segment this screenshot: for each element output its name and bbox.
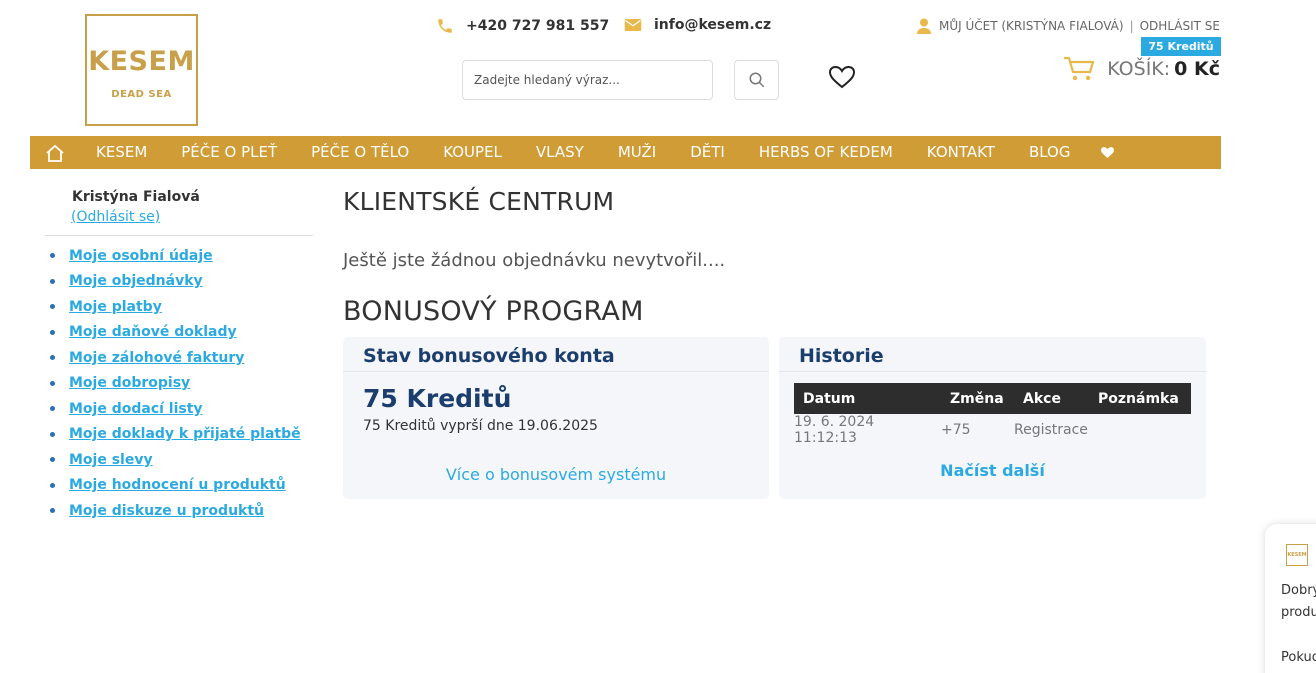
sidebar-item: Moje slevy xyxy=(48,447,301,473)
nav-item-kesem[interactable]: KESEM xyxy=(79,136,164,169)
credits-amount: 75 Kreditů xyxy=(363,384,512,413)
nav-item-koupel[interactable]: KOUPEL xyxy=(426,136,519,169)
main-nav: KESEM PÉČE O PLEŤ PÉČE O TĚLO KOUPEL VLA… xyxy=(30,136,1221,169)
logo[interactable]: KESEM DEAD SEA xyxy=(85,14,198,126)
sidebar-item: Moje dobropisy xyxy=(48,371,301,397)
email-address: info@kesem.cz xyxy=(654,17,772,33)
mail-icon xyxy=(624,19,642,31)
column-header-note: Poznámka xyxy=(1089,383,1191,414)
chat-widget[interactable]: KESEM Dobrý produ Pokud xyxy=(1265,524,1316,673)
page-title: KLIENTSKÉ CENTRUM xyxy=(343,187,615,216)
sidebar-link-tax-documents[interactable]: Moje daňové doklady xyxy=(69,324,237,340)
table-row: 19. 6. 2024 11:12:13 +75 Registrace xyxy=(794,414,1191,446)
sidebar-user-name: Kristýna Fialová xyxy=(72,189,200,205)
cart-button[interactable]: KOŠÍK: 0 Kč xyxy=(1063,56,1220,82)
sidebar-link-delivery-notes[interactable]: Moje dodací listy xyxy=(69,401,203,417)
sidebar-item: Moje zálohové faktury xyxy=(48,345,301,371)
nav-item-kontakt[interactable]: KONTAKT xyxy=(910,136,1012,169)
cell-date: 19. 6. 2024 11:12:13 xyxy=(794,414,875,446)
sidebar-item: Moje hodnocení u produktů xyxy=(48,473,301,499)
column-header-action: Akce xyxy=(1014,383,1089,414)
credits-badge[interactable]: 75 Kreditů xyxy=(1141,37,1221,56)
bonus-status-panel: Stav bonusového konta 75 Kreditů 75 Kred… xyxy=(343,337,769,499)
sidebar-logout-link[interactable]: (Odhlásit se) xyxy=(71,209,160,225)
sidebar-link-advance-invoices[interactable]: Moje zálohové faktury xyxy=(69,350,244,366)
bonus-program-title: BONUSOVÝ PROGRAM xyxy=(343,296,644,327)
sidebar-item: Moje objednávky xyxy=(48,269,301,295)
column-header-change: Změna xyxy=(941,383,1014,414)
history-heading: Historie xyxy=(779,337,1206,372)
my-account-link[interactable]: MŮJ ÚČET (KRISTÝNA FIALOVÁ) xyxy=(939,19,1124,33)
column-header-date: Datum xyxy=(794,383,941,414)
sidebar-link-personal-data[interactable]: Moje osobní údaje xyxy=(69,248,213,264)
sidebar-item: Moje doklady k přijaté platbě xyxy=(48,422,301,448)
home-icon xyxy=(45,144,64,162)
phone-contact[interactable]: +420 727 981 557 xyxy=(436,17,609,35)
nav-item-deti[interactable]: DĚTI xyxy=(673,136,742,169)
wishlist-button[interactable] xyxy=(826,62,858,92)
sidebar-link-credit-notes[interactable]: Moje dobropisy xyxy=(69,375,190,391)
sidebar-menu: Moje osobní údaje Moje objednávky Moje p… xyxy=(48,243,301,524)
credits-expiry: 75 Kreditů vyprší dne 19.06.2025 xyxy=(363,418,598,434)
user-icon xyxy=(917,18,931,34)
sidebar-link-product-discussions[interactable]: Moje diskuze u produktů xyxy=(69,503,264,519)
sidebar-link-payments[interactable]: Moje platby xyxy=(69,299,162,315)
sidebar-item: Moje platby xyxy=(48,294,301,320)
chat-message-line: Pokud xyxy=(1281,650,1316,665)
nav-item-muzi[interactable]: MUŽI xyxy=(601,136,673,169)
cell-change: +75 xyxy=(941,422,971,438)
nav-item-vlasy[interactable]: VLASY xyxy=(519,136,601,169)
nav-favorites[interactable] xyxy=(1087,146,1127,159)
sidebar-link-product-reviews[interactable]: Moje hodnocení u produktů xyxy=(69,477,286,493)
table-header-row: Datum Změna Akce Poznámka xyxy=(794,383,1191,414)
sidebar-item: Moje daňové doklady xyxy=(48,320,301,346)
cart-price: 0 Kč xyxy=(1174,58,1220,80)
nav-item-pece-o-telo[interactable]: PÉČE O TĚLO xyxy=(294,136,426,169)
nav-item-pece-o-plet[interactable]: PÉČE O PLEŤ xyxy=(164,136,294,169)
nav-item-blog[interactable]: BLOG xyxy=(1012,136,1088,169)
phone-number: +420 727 981 557 xyxy=(466,18,610,34)
logo-subtitle: DEAD SEA xyxy=(111,89,172,100)
sidebar-item: Moje diskuze u produktů xyxy=(48,498,301,524)
nav-item-herbs-of-kedem[interactable]: HERBS OF KEDEM xyxy=(742,136,910,169)
email-contact[interactable]: info@kesem.cz xyxy=(624,17,771,33)
separator: | xyxy=(1129,19,1134,33)
load-more-button[interactable]: Načíst další xyxy=(779,461,1206,480)
history-panel: Historie Datum Změna Akce Poznámka 19. 6… xyxy=(779,337,1206,499)
cart-label: KOŠÍK: xyxy=(1107,58,1171,80)
history-table: Datum Změna Akce Poznámka 19. 6. 2024 11… xyxy=(794,383,1191,446)
no-orders-message: Ještě jste žádnou objednávku nevytvořil.… xyxy=(343,250,726,271)
sidebar-item: Moje dodací listy xyxy=(48,396,301,422)
logout-link-header[interactable]: ODHLÁSIT SE xyxy=(1140,19,1220,33)
cell-note xyxy=(1089,414,1191,446)
sidebar-link-discounts[interactable]: Moje slevy xyxy=(69,452,153,468)
divider xyxy=(45,235,313,236)
search-icon xyxy=(749,72,764,88)
search-input[interactable] xyxy=(462,60,713,100)
nav-home[interactable] xyxy=(30,136,79,169)
sidebar-item: Moje osobní údaje xyxy=(48,243,301,269)
sidebar-link-payment-receipts[interactable]: Moje doklady k přijaté platbě xyxy=(69,426,301,442)
heart-icon xyxy=(1101,147,1114,158)
phone-icon xyxy=(438,19,452,33)
cell-action: Registrace xyxy=(1014,422,1088,438)
chat-logo: KESEM xyxy=(1286,544,1308,566)
sidebar-link-orders[interactable]: Moje objednávky xyxy=(69,273,203,289)
logo-brand: KESEM xyxy=(88,46,195,77)
bonus-status-heading: Stav bonusového konta xyxy=(343,337,769,372)
cart-icon xyxy=(1064,56,1095,81)
search-button[interactable] xyxy=(734,60,779,100)
chat-message-line: produ xyxy=(1281,605,1316,620)
chat-message-line: Dobrý xyxy=(1281,583,1316,598)
heart-outline-icon xyxy=(828,65,856,89)
account-bar: MŮJ ÚČET (KRISTÝNA FIALOVÁ) | ODHLÁSIT S… xyxy=(917,18,1220,34)
bonus-info-link[interactable]: Více o bonusovém systému xyxy=(343,465,769,484)
